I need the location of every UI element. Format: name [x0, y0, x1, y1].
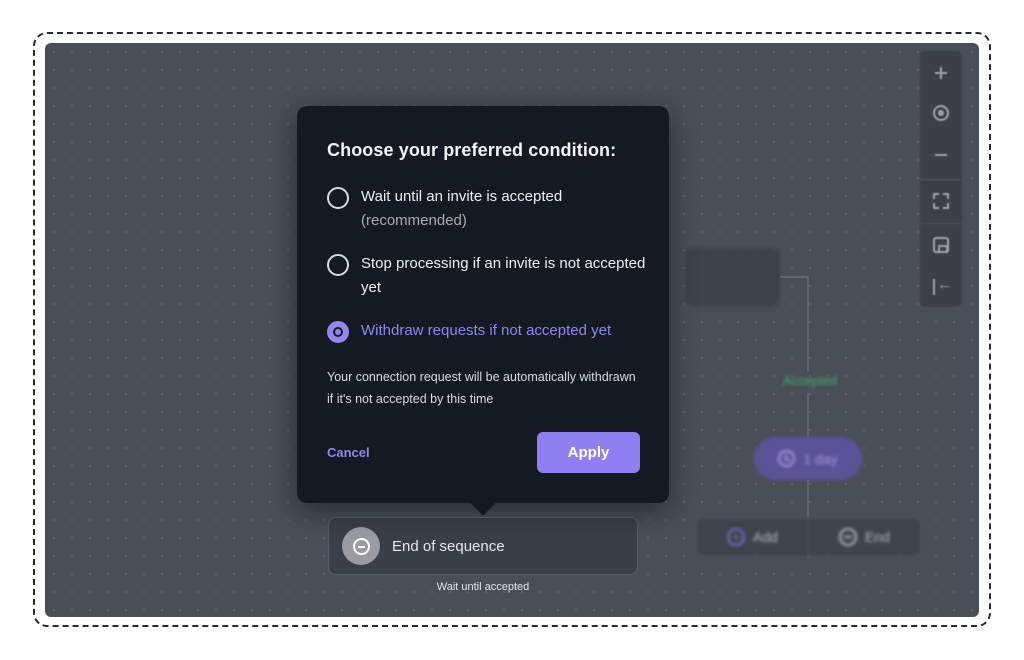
delay-label: 1 day — [803, 450, 838, 467]
end-node-condition-label[interactable]: Wait until accepted — [383, 581, 583, 593]
plus-circle-icon: + — [727, 528, 746, 546]
toolbar-divider — [920, 223, 962, 224]
option-stop-processing[interactable]: Stop processing if an invite is not acce… — [327, 254, 647, 300]
plus-icon — [935, 67, 947, 79]
zoom-out-button[interactable] — [920, 135, 962, 175]
option-label: Withdraw requests if not accepted yet — [361, 322, 612, 339]
condition-popup: Choose your preferred condition: Wait un… — [297, 106, 669, 516]
add-step-button[interactable]: + Add — [697, 518, 808, 556]
connector-line — [807, 276, 809, 371]
end-sequence-button[interactable]: End — [808, 518, 920, 556]
option-withdraw-requests[interactable]: Withdraw requests if not accepted yet — [327, 321, 647, 343]
exit-icon — [933, 276, 952, 295]
save-icon — [933, 237, 949, 253]
option-label: Wait until an invite is accepted (recomm… — [361, 185, 562, 233]
apply-button[interactable]: Apply — [537, 432, 640, 473]
option-description: Your connection request will be automati… — [327, 370, 636, 406]
minus-icon — [935, 154, 947, 156]
popup-title: Choose your preferred condition: — [327, 140, 617, 160]
end-node-label: End of sequence — [392, 537, 505, 555]
option-label: Stop processing if an invite is not acce… — [361, 255, 646, 296]
option-wait-until-accepted[interactable]: Wait until an invite is accepted (recomm… — [327, 187, 647, 233]
add-label: Add — [753, 529, 778, 545]
connector-line — [780, 276, 808, 278]
accepted-branch-label: Accepted — [782, 373, 838, 388]
radio-button[interactable] — [327, 187, 349, 209]
radio-button-selected[interactable] — [327, 321, 349, 343]
end-sequence-icon — [342, 527, 380, 565]
minus-circle-icon — [839, 528, 858, 546]
fit-icon — [933, 193, 949, 209]
end-of-sequence-node[interactable]: End of sequence — [328, 517, 638, 575]
cancel-button[interactable]: Cancel — [327, 445, 370, 460]
option-title: Wait until an invite is accepted — [361, 188, 563, 205]
option-sublabel: (recommended) — [361, 212, 467, 229]
fit-view-button[interactable] — [920, 181, 962, 221]
toolbar-divider — [920, 179, 962, 180]
add-end-control: + Add End — [696, 517, 921, 557]
end-label: End — [865, 529, 890, 545]
popup-pointer — [470, 490, 496, 516]
connector-line — [807, 393, 809, 438]
exit-button[interactable] — [920, 267, 962, 307]
background-step-node[interactable] — [685, 248, 780, 306]
center-button[interactable] — [920, 93, 962, 133]
delay-pill[interactable]: 1 day — [754, 437, 862, 480]
radio-button[interactable] — [327, 254, 349, 276]
canvas-toolbar — [920, 51, 962, 307]
save-button[interactable] — [920, 225, 962, 265]
workflow-canvas[interactable]: Accepted 1 day + Add End End of sequence… — [45, 43, 979, 617]
clock-icon — [778, 450, 796, 467]
target-icon — [933, 105, 949, 121]
zoom-in-button[interactable] — [920, 53, 962, 93]
